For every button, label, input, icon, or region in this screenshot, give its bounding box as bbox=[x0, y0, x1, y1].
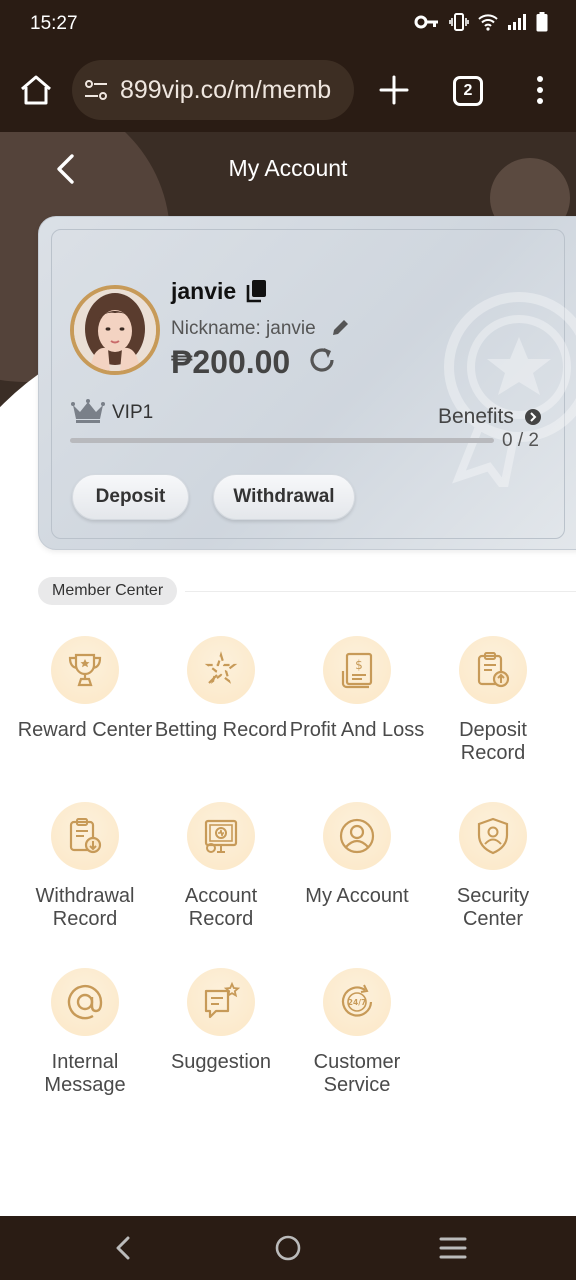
menu-item-label: Withdrawal Record bbox=[35, 885, 135, 930]
more-icon[interactable] bbox=[530, 74, 550, 106]
support-24-7-icon: 24/7 bbox=[341, 984, 373, 1017]
icon-circle bbox=[323, 802, 391, 870]
menu-item-label: Profit And Loss bbox=[289, 719, 425, 741]
profit-document-icon: $ bbox=[341, 652, 373, 689]
menu-item-label: Customer Service bbox=[313, 1051, 401, 1096]
menu-item-suggestion[interactable]: Suggestion bbox=[153, 968, 289, 1074]
icon-circle bbox=[51, 968, 119, 1036]
account-record-icon bbox=[204, 819, 238, 853]
icon-circle bbox=[187, 636, 255, 704]
deposit-button[interactable]: Deposit bbox=[72, 474, 189, 520]
section-title: Member Center bbox=[38, 577, 178, 605]
icon-circle bbox=[51, 802, 119, 870]
icon-circle: 24/7 bbox=[323, 968, 391, 1036]
menu-item-my-account[interactable]: My Account bbox=[289, 802, 425, 908]
icon-circle: $ bbox=[323, 636, 391, 704]
svg-text:$: $ bbox=[355, 658, 363, 672]
menu-item-security-center[interactable]: Security Center bbox=[425, 802, 561, 931]
browser-toolbar: 899vip.co/m/memb 2 bbox=[0, 48, 576, 132]
url-text[interactable]: 899vip.co/m/memb bbox=[120, 76, 331, 105]
menu-item-deposit-record[interactable]: Deposit Record bbox=[425, 636, 561, 765]
refresh-icon[interactable] bbox=[307, 345, 337, 375]
menu-item-internal-message[interactable]: Internal Message bbox=[17, 968, 153, 1097]
menu-item-betting-record[interactable]: Betting Record bbox=[153, 636, 289, 742]
signal-icon bbox=[508, 14, 526, 30]
chevron-right-circle-icon[interactable] bbox=[524, 408, 542, 426]
vip-progress-bar bbox=[70, 438, 494, 443]
nav-recents-icon[interactable] bbox=[438, 1236, 468, 1260]
vip-progress-text: 0 / 2 bbox=[502, 430, 539, 451]
address-bar[interactable]: 899vip.co/m/memb bbox=[72, 60, 354, 120]
avatar-portrait-icon bbox=[74, 289, 156, 371]
menu-item-label: Internal Message bbox=[44, 1051, 126, 1096]
menu-item-customer-service[interactable]: 24/7 Customer Service bbox=[289, 968, 425, 1097]
pencil-icon[interactable] bbox=[330, 318, 350, 338]
user-icon bbox=[339, 818, 375, 854]
menu-item-account-record[interactable]: Account Record bbox=[153, 802, 289, 931]
status-time: 15:27 bbox=[30, 13, 78, 34]
at-icon bbox=[67, 984, 103, 1020]
tabs-button[interactable]: 2 bbox=[453, 76, 483, 106]
menu-item-label: Security Center bbox=[456, 885, 530, 930]
icon-circle bbox=[459, 636, 527, 704]
plus-icon[interactable] bbox=[376, 72, 412, 108]
tab-count: 2 bbox=[463, 82, 473, 99]
shield-user-icon bbox=[477, 817, 509, 855]
site-settings-icon[interactable] bbox=[82, 76, 110, 104]
nav-back-icon[interactable] bbox=[110, 1232, 138, 1264]
menu-item-label: Deposit Record bbox=[459, 719, 527, 764]
menu-item-label: My Account bbox=[305, 885, 409, 907]
withdrawal-record-icon bbox=[69, 818, 102, 854]
crown-icon bbox=[71, 399, 105, 423]
benefits-link[interactable]: Benefits bbox=[438, 405, 514, 429]
home-icon[interactable] bbox=[18, 72, 54, 108]
icon-circle bbox=[459, 802, 527, 870]
wifi-icon bbox=[478, 14, 498, 31]
status-icons bbox=[414, 12, 548, 32]
wallet-balance: ₱200.00 bbox=[171, 344, 291, 380]
vip-level: VIP1 bbox=[112, 402, 154, 423]
deposit-record-icon bbox=[477, 652, 510, 688]
page-title: My Account bbox=[228, 155, 348, 181]
battery-icon bbox=[536, 12, 548, 32]
username: janvie bbox=[171, 278, 237, 304]
menu-item-label: Account Record bbox=[184, 885, 258, 930]
withdrawal-button[interactable]: Withdrawal bbox=[213, 474, 355, 520]
menu-item-reward-center[interactable]: Reward Center bbox=[17, 636, 153, 742]
menu-item-profit-and-loss[interactable]: $ Profit And Loss bbox=[289, 636, 425, 742]
trophy-icon bbox=[68, 653, 102, 687]
divider bbox=[185, 591, 576, 592]
menu-item-label: Betting Record bbox=[154, 719, 288, 741]
vibrate-icon bbox=[449, 13, 469, 31]
nickname: Nickname: janvie bbox=[171, 318, 316, 339]
menu-item-label: Reward Center bbox=[17, 719, 153, 741]
icon-circle bbox=[187, 968, 255, 1036]
status-bar: 15:27 bbox=[0, 0, 576, 48]
betting-icon bbox=[204, 651, 238, 684]
icon-circle bbox=[187, 802, 255, 870]
suggestion-icon bbox=[204, 981, 241, 1019]
icon-circle bbox=[51, 636, 119, 704]
key-icon bbox=[414, 15, 438, 29]
menu-item-withdrawal-record[interactable]: Withdrawal Record bbox=[17, 802, 153, 931]
svg-text:24/7: 24/7 bbox=[348, 998, 366, 1007]
star-badge-watermark-icon bbox=[444, 292, 576, 487]
avatar[interactable] bbox=[70, 285, 160, 375]
menu-item-label: Suggestion bbox=[170, 1051, 272, 1073]
copy-icon[interactable] bbox=[245, 279, 267, 303]
nav-home-icon[interactable] bbox=[274, 1234, 302, 1262]
system-nav-bar bbox=[0, 1216, 576, 1280]
